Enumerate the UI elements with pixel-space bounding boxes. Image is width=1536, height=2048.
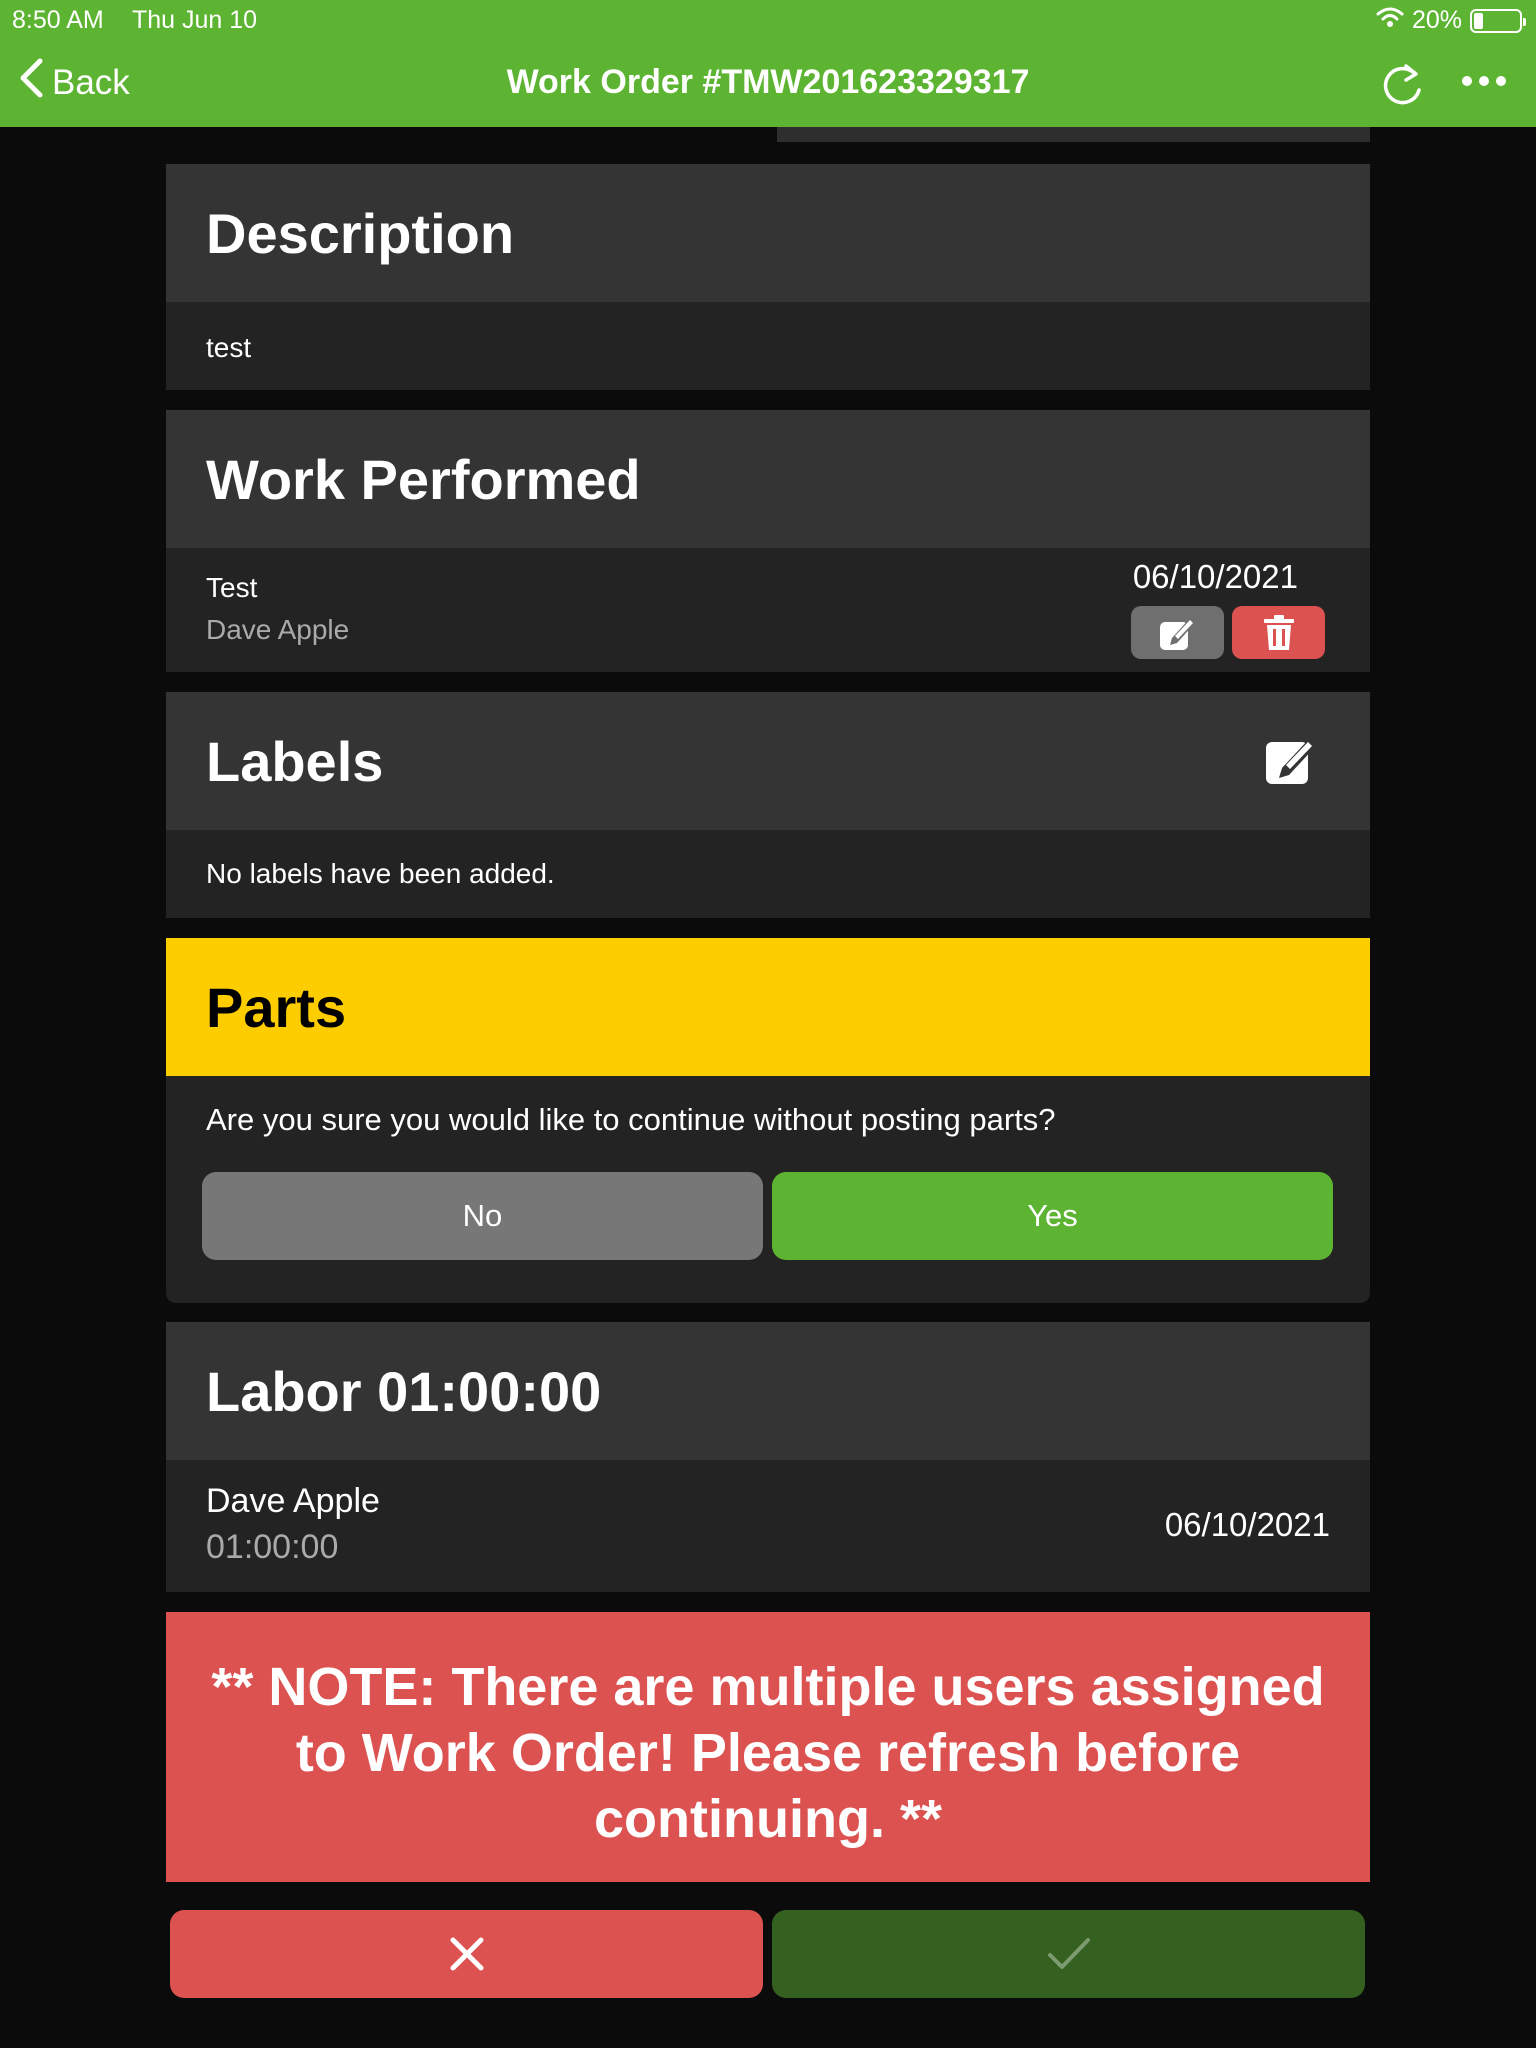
parts-heading: Parts xyxy=(166,938,1370,1076)
top-bar: 8:50 AM Thu Jun 10 20% Back Work Order #… xyxy=(0,0,1536,127)
battery-percent: 20% xyxy=(1411,6,1462,34)
battery-icon xyxy=(1470,8,1526,33)
parts-yes-button[interactable]: Yes xyxy=(772,1172,1333,1260)
status-bar: 8:50 AM Thu Jun 10 20% xyxy=(0,0,1536,38)
work-performed-heading: Work Performed xyxy=(166,410,1370,548)
previous-card-edge xyxy=(777,127,1370,142)
status-time: 8:50 AM xyxy=(12,6,104,34)
work-entry-author: Dave Apple xyxy=(206,614,350,645)
labor-card: Labor 01:00:00 Dave Apple 01:00:00 06/10… xyxy=(166,1322,1370,1592)
edit-icon xyxy=(1159,617,1195,650)
status-date: Thu Jun 10 xyxy=(132,6,258,34)
delete-work-button[interactable] xyxy=(1232,606,1325,659)
labels-header: Labels xyxy=(166,692,1370,830)
page-title: Work Order #TMW201623329317 xyxy=(506,63,1030,101)
wifi-icon xyxy=(1376,6,1404,35)
work-performed-entry: Test Dave Apple 06/10/2021 xyxy=(166,548,1370,672)
parts-prompt: Are you sure you would like to continue … xyxy=(206,1102,1056,1137)
parts-card: Parts Are you sure you would like to con… xyxy=(166,938,1370,1303)
description-heading: Description xyxy=(166,164,1370,302)
labels-heading: Labels xyxy=(206,729,384,793)
multiple-users-note: ** NOTE: There are multiple users assign… xyxy=(166,1612,1370,1882)
parts-no-button[interactable]: No xyxy=(202,1172,763,1260)
confirm-button[interactable] xyxy=(772,1910,1365,1998)
labels-body: No labels have been added. xyxy=(166,830,1370,918)
status-right: 20% xyxy=(1376,6,1526,35)
refresh-icon xyxy=(1383,64,1421,105)
edit-icon xyxy=(1266,740,1315,784)
parts-body: Are you sure you would like to continue … xyxy=(166,1076,1370,1303)
labels-card: Labels No labels have been added. xyxy=(166,692,1370,918)
refresh-button[interactable] xyxy=(1379,60,1425,115)
edit-labels-button[interactable] xyxy=(1262,732,1320,801)
close-icon xyxy=(450,1937,483,1971)
edit-work-button[interactable] xyxy=(1131,606,1224,659)
cancel-button[interactable] xyxy=(170,1910,763,1998)
work-performed-card: Work Performed Test Dave Apple 06/10/202… xyxy=(166,410,1370,672)
description-text: test xyxy=(206,332,252,363)
checkmark-icon xyxy=(1047,1938,1090,1969)
labor-entry-date: 06/10/2021 xyxy=(1164,1506,1330,1543)
description-card: Description test xyxy=(166,164,1370,390)
more-dots-icon xyxy=(1462,76,1472,86)
more-options-button[interactable] xyxy=(1462,76,1506,86)
trash-icon xyxy=(1263,614,1294,650)
work-entry-title: Test xyxy=(206,572,258,603)
labor-heading: Labor 01:00:00 xyxy=(166,1322,1370,1460)
labor-entry: Dave Apple 01:00:00 06/10/2021 xyxy=(166,1460,1370,1592)
labor-entry-name: Dave Apple xyxy=(206,1482,380,1520)
labels-empty-text: No labels have been added. xyxy=(206,858,555,889)
work-entry-date: 06/10/2021 xyxy=(1132,558,1298,595)
labor-entry-duration: 01:00:00 xyxy=(206,1528,339,1566)
description-body: test xyxy=(166,302,1370,390)
